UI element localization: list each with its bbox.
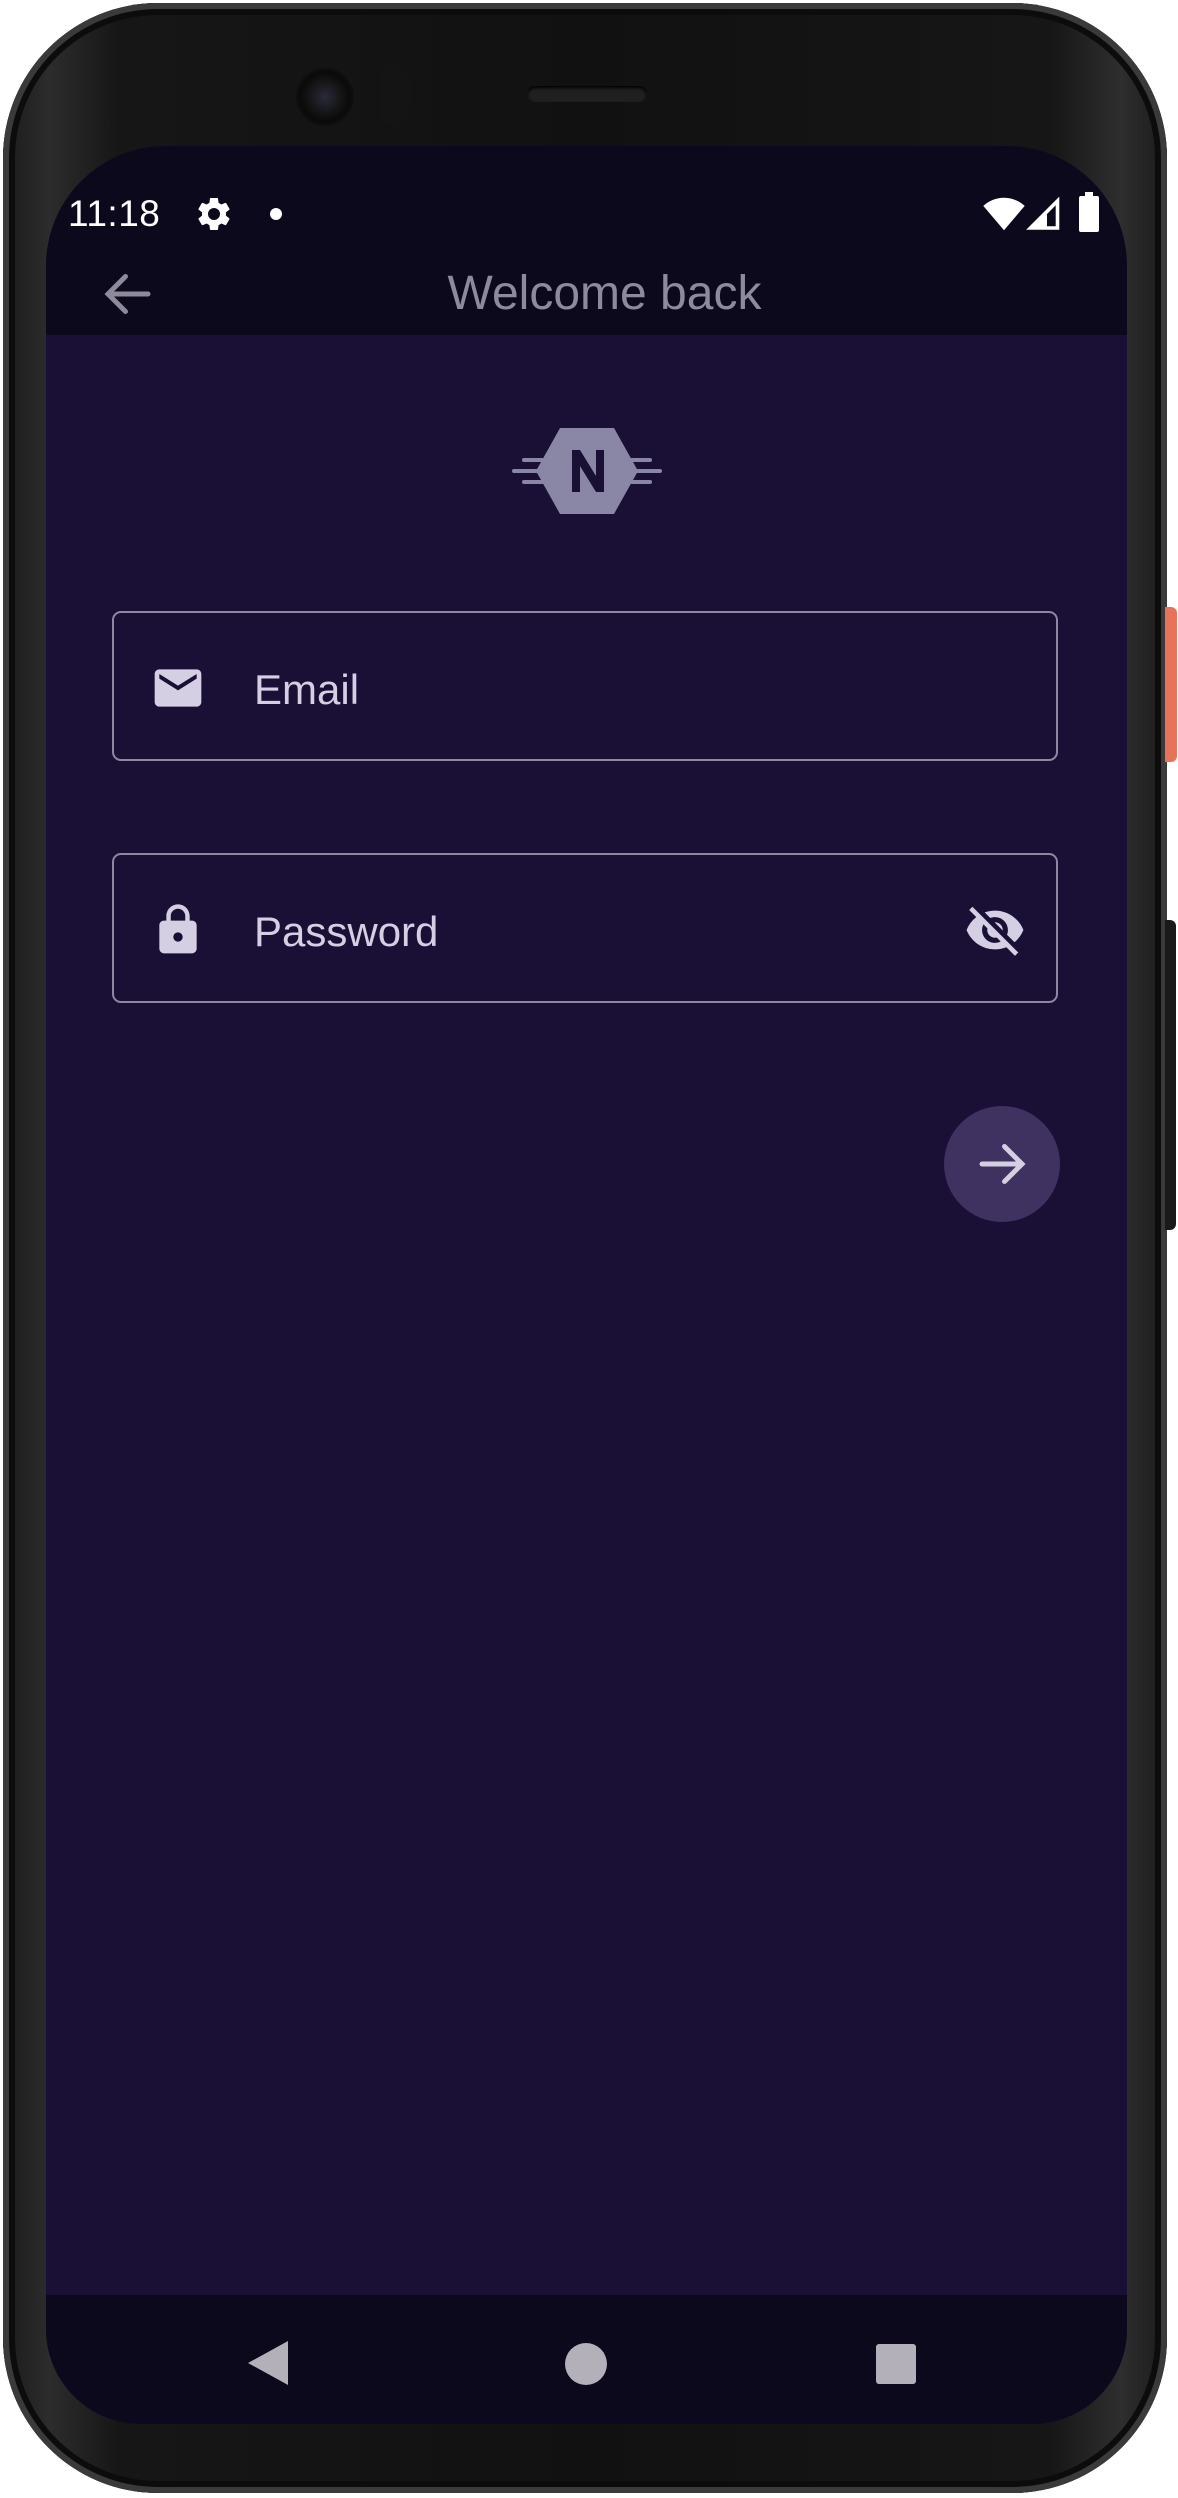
arrow-forward-icon: [979, 1144, 1026, 1184]
wifi-icon: [983, 197, 1025, 231]
visibility-off-icon[interactable]: [964, 899, 1026, 961]
proximity-sensor: [380, 64, 410, 126]
password-field[interactable]: Password: [112, 853, 1058, 1003]
battery-icon: [1079, 192, 1099, 232]
lock-icon: [159, 904, 197, 954]
cell-signal-icon: [1026, 196, 1060, 230]
top-app-bar: Welcome back: [46, 264, 1127, 335]
mail-icon: [154, 669, 202, 707]
settings-gear-icon: [198, 197, 230, 230]
nav-recents-icon[interactable]: [876, 2344, 916, 2384]
status-time: 11:18: [68, 193, 161, 234]
system-navigation-bar: [46, 2295, 1127, 2424]
page-title: Welcome back: [447, 267, 762, 320]
app-logo: [512, 428, 662, 514]
power-button: [1165, 607, 1177, 762]
notification-dot-icon: [270, 208, 282, 220]
password-label: Password: [254, 908, 439, 955]
status-bar: 11:18: [46, 146, 1127, 264]
submit-button[interactable]: [944, 1106, 1060, 1222]
front-camera: [296, 68, 354, 126]
email-field[interactable]: Email: [112, 611, 1058, 761]
email-label: Email: [254, 666, 360, 713]
nav-home-icon[interactable]: [565, 2343, 607, 2385]
volume-button: [1165, 920, 1176, 1230]
screen: 11:18 Welcome back Email Password: [46, 146, 1127, 2424]
earpiece-speaker: [527, 86, 647, 102]
nav-back-icon[interactable]: [246, 2339, 290, 2387]
